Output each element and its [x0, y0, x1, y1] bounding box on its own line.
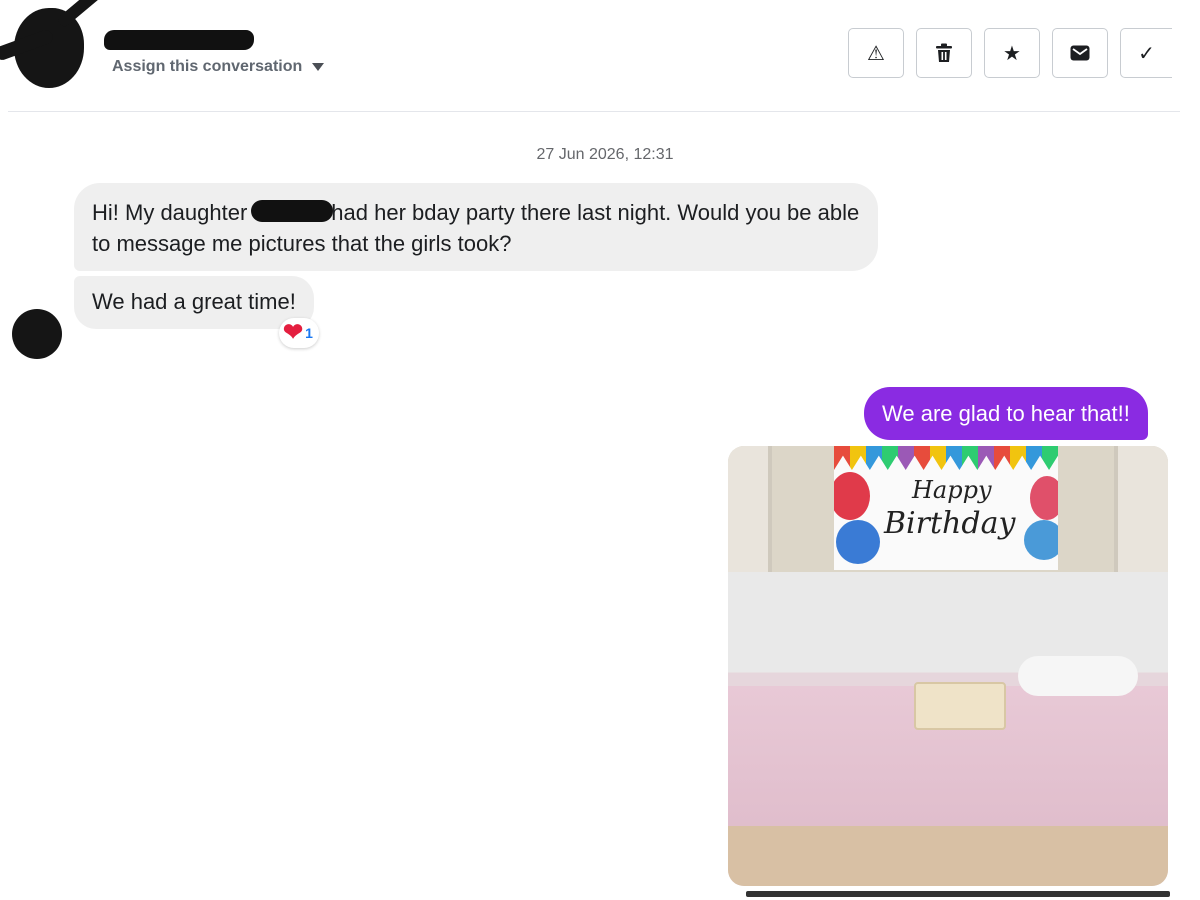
contact-name-redacted: [104, 30, 254, 50]
star-button[interactable]: ★: [984, 28, 1040, 78]
balloon: [1030, 476, 1058, 520]
delete-button[interactable]: [916, 28, 972, 78]
warning-icon: ⚠: [867, 42, 885, 65]
incoming-message[interactable]: We had a great time!: [74, 276, 314, 329]
mark-done-button[interactable]: ✓: [1120, 28, 1172, 78]
photo-shelf-right: [1114, 446, 1168, 572]
redacted-name: [251, 200, 334, 222]
sender-avatar[interactable]: [12, 309, 62, 359]
caret-down-icon: [312, 63, 325, 71]
bunting-decoration: [834, 446, 1058, 470]
outgoing-message[interactable]: We are glad to hear that!!: [864, 387, 1148, 440]
header-divider: [8, 111, 1180, 112]
balloon: [836, 520, 880, 564]
photo-shelf-left: [728, 446, 772, 572]
contact-avatar[interactable]: [14, 8, 84, 88]
birthday-banner: Happy Birthday: [834, 446, 1058, 570]
heart-icon: ❤: [283, 319, 304, 346]
banner-text-birthday: Birthday: [884, 506, 1016, 541]
message-timestamp: 27 Jun 2026, 12:31: [536, 146, 674, 163]
check-icon: ✓: [1138, 42, 1155, 65]
balloon: [834, 472, 870, 520]
banner-text-happy: Happy: [912, 476, 992, 504]
envelope-icon: [1070, 45, 1090, 61]
assign-conversation-dropdown[interactable]: Assign this conversation: [112, 58, 325, 76]
message-reaction[interactable]: ❤ 1: [279, 318, 319, 348]
message-text: We are glad to hear that!!: [882, 401, 1130, 426]
star-icon: ★: [1003, 42, 1021, 65]
photo-floor: [728, 826, 1168, 886]
message-text-start: Hi! My daughter: [92, 200, 248, 225]
conversation-toolbar: ⚠ ★ ✓: [848, 28, 1172, 78]
balloon: [1024, 520, 1058, 560]
assign-conversation-label: Assign this conversation: [112, 58, 303, 75]
cupcake-tray: [914, 682, 1006, 730]
message-text: We had a great time!: [92, 289, 296, 314]
mark-unread-button[interactable]: [1052, 28, 1108, 78]
reaction-count: 1: [305, 325, 313, 341]
next-attachment-edge: [746, 891, 1170, 897]
cloud-decoration: [1018, 656, 1138, 696]
shared-photo[interactable]: Happy Birthday: [728, 446, 1168, 886]
incoming-message[interactable]: Hi! My daughter had her bday party there …: [74, 183, 878, 271]
trash-icon: [936, 43, 952, 62]
report-button[interactable]: ⚠: [848, 28, 904, 78]
